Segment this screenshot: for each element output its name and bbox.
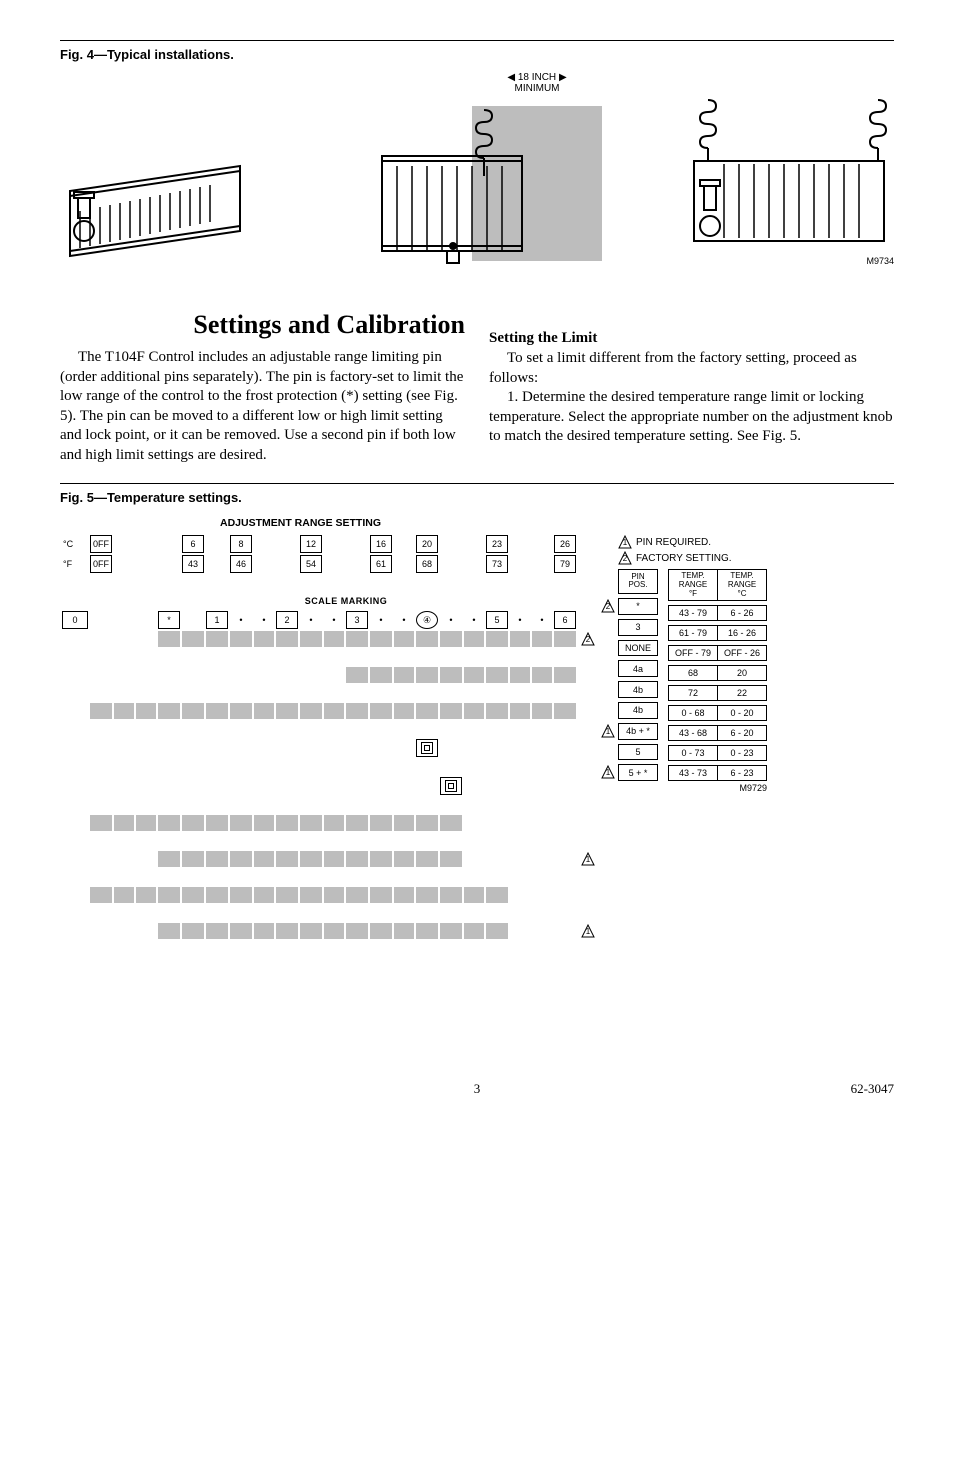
triangle-1-icon: 1 xyxy=(618,535,632,549)
clearance-label: ◀ 18 INCH ▶ MINIMUM xyxy=(412,72,662,94)
right-p2: 1. Determine the desired temperature ran… xyxy=(489,388,894,447)
setting-limit-subhead: Setting the Limit xyxy=(489,330,894,347)
page-number: 3 xyxy=(180,1081,774,1097)
radiator-clearance-icon xyxy=(352,96,602,266)
baseboard-heater-icon xyxy=(60,136,270,266)
fig4-illustrations: ◀ 18 INCH ▶ MINIMUM xyxy=(60,72,894,266)
adjustment-range-title: ADJUSTMENT RANGE SETTING xyxy=(220,517,894,529)
legend-pin-required: PIN REQUIRED. xyxy=(636,537,711,548)
fig4-caption: Fig. 4—Typical installations. xyxy=(60,47,894,62)
legend-factory-setting: FACTORY SETTING. xyxy=(636,553,732,564)
left-paragraph: The T104F Control includes an adjustable… xyxy=(60,348,465,465)
section-title: Settings and Calibration xyxy=(60,310,465,340)
triangle-2-icon: 2 xyxy=(618,551,632,565)
doc-number: 62-3047 xyxy=(774,1081,894,1097)
fig4-mref: M9734 xyxy=(684,256,894,266)
panel-radiator-icon xyxy=(684,86,894,256)
scale-grid: °C0FF681216202326°F0FF43465461687379SCAL… xyxy=(60,533,600,941)
right-p1: To set a limit different from the factor… xyxy=(489,349,894,388)
fig5-caption: Fig. 5—Temperature settings. xyxy=(60,490,894,505)
range-tables: PINPOS.*23NONE4a4b4b4b + *155 + *1 TEMP.… xyxy=(618,569,767,781)
fig5-mref: M9729 xyxy=(618,783,767,793)
